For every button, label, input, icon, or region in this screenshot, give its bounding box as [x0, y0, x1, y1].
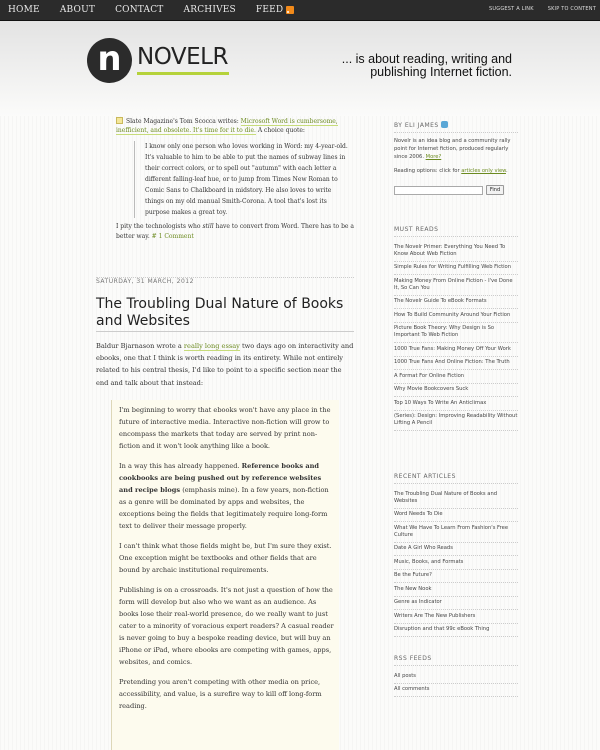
must-reads-section: MUST READS The Novelr Primer: Everything… — [394, 226, 518, 431]
comment-link[interactable]: # 1 Comment — [152, 233, 194, 240]
post-title[interactable]: The Troubling Dual Nature of Books and W… — [96, 296, 354, 332]
twitter-icon[interactable] — [440, 121, 448, 128]
recent-articles-section: RECENT ARTICLES The Troubling Dual Natur… — [394, 473, 518, 637]
post-intro-text-a: Baldur Bjarnason wrote a — [96, 342, 184, 350]
recent-article-link[interactable]: Word Needs To Die — [394, 509, 518, 522]
recent-article-link[interactable]: Disruption and that 99c eBook Thing — [394, 624, 518, 637]
quote-paragraph: I can't think what those fields might be… — [119, 542, 332, 574]
must-read-link[interactable]: How To Build Community Around Your Ficti… — [394, 309, 518, 323]
search-input[interactable] — [394, 185, 483, 195]
quote-post-intro: Slate Magazine's Tom Scocca writes: Micr… — [116, 117, 356, 135]
about-text: Novelr is an idea blog and a community r… — [394, 137, 518, 161]
rss-feed-link[interactable]: All comments — [394, 684, 518, 697]
post-intro: Baldur Bjarnason wrote a really long ess… — [96, 340, 354, 389]
about-more-link[interactable]: More? — [426, 154, 442, 160]
articles-only-link[interactable]: articles only view — [461, 168, 506, 174]
recent-article-link[interactable]: Writers Are The New Publishers — [394, 610, 518, 624]
must-read-link[interactable]: Making Money From Online Fiction - I've … — [394, 275, 518, 296]
suggest-link[interactable]: SUGGEST A LINK — [489, 6, 534, 12]
quote-paragraph: Pretending you aren't competing with oth… — [119, 678, 322, 710]
sidebar: BY ELI JAMES Novelr is an idea blog and … — [394, 121, 518, 697]
recent-article-link[interactable]: The Troubling Dual Nature of Books and W… — [394, 488, 518, 509]
recent-article-link[interactable]: Date A Girl Who Reads — [394, 543, 518, 556]
top-nav-bar: HOME ABOUT CONTACT ARCHIVES FEED SUGGEST… — [0, 0, 600, 21]
must-read-link[interactable]: The Novelr Primer: Everything You Need T… — [394, 241, 518, 262]
rss-feeds-section: RSS FEEDS All posts All comments — [394, 655, 518, 697]
top-utility-links: SUGGEST A LINK SKIP TO CONTENT — [475, 6, 596, 12]
site-logo[interactable]: n NOVELR — [87, 38, 229, 83]
site-tagline: ... is about reading, writing and publis… — [341, 52, 512, 79]
search-row: Find — [394, 185, 518, 195]
find-button[interactable]: Find — [486, 185, 504, 195]
nav-contact[interactable]: CONTACT — [115, 5, 163, 15]
must-read-link[interactable]: Simple Rules for Writing Fulfilling Web … — [394, 262, 518, 275]
about-heading-text: BY ELI JAMES — [394, 122, 439, 129]
about-heading: BY ELI JAMES — [394, 121, 518, 133]
post-date: SATURDAY, 31 MARCH, 2012 — [96, 277, 354, 285]
recent-articles-heading: RECENT ARTICLES — [394, 473, 518, 484]
must-read-link[interactable]: 1000 True Fans: Making Money Off Your Wo… — [394, 343, 518, 357]
quote-paragraph: In a way this has already happened. Refe… — [119, 460, 336, 532]
rss-feeds-list: All posts All comments — [394, 670, 518, 697]
note-icon — [116, 117, 123, 124]
top-nav: HOME ABOUT CONTACT ARCHIVES FEED — [8, 5, 314, 15]
logo-underline — [137, 72, 229, 75]
recent-articles-list: The Troubling Dual Nature of Books and W… — [394, 488, 518, 637]
quote-post: Slate Magazine's Tom Scocca writes: Micr… — [116, 117, 356, 224]
quote-post-intro-text: Slate Magazine's Tom Scocca writes: — [126, 118, 241, 125]
skip-to-content-link[interactable]: SKIP TO CONTENT — [548, 6, 596, 12]
after-quote-em: still — [202, 223, 214, 230]
must-reads-list: The Novelr Primer: Everything You Need T… — [394, 241, 518, 431]
must-read-link[interactable]: 1000 True Fans And Online Fiction: The T… — [394, 357, 518, 370]
must-read-link[interactable]: Why Movie Bookcovers Suck — [394, 384, 518, 397]
recent-article-link[interactable]: The New Nook — [394, 583, 518, 597]
nav-home[interactable]: HOME — [8, 5, 40, 15]
nav-archives[interactable]: ARCHIVES — [184, 5, 236, 15]
logo-mark: n — [87, 38, 132, 83]
nav-about[interactable]: ABOUT — [60, 5, 95, 15]
reading-options-text: Reading options: click for — [394, 168, 462, 174]
must-reads-heading: MUST READS — [394, 226, 518, 237]
quote-paragraph: I'm beginning to worry that ebooks won't… — [119, 406, 331, 450]
must-read-link[interactable]: Top 10 Ways To Write An Anticlimax — [394, 397, 518, 411]
quote-blockquote: I know only one person who loves working… — [134, 141, 349, 218]
must-read-link[interactable]: A Format For Online Fiction — [394, 370, 518, 384]
recent-article-link[interactable]: Music, Books, and Formats — [394, 556, 518, 570]
recent-article-link[interactable]: What We Have To Learn From Fashion's Fre… — [394, 522, 518, 543]
must-read-link[interactable]: Picture Book Theory: Why Design is So Im… — [394, 323, 518, 343]
about-text-body: Novelr is an idea blog and a community r… — [394, 138, 511, 160]
quote-paragraph: Publishing is on a crossroads. It's not … — [119, 586, 334, 666]
recent-article-link[interactable]: Be the Future? — [394, 570, 518, 583]
logo-wordmark: NOVELR — [137, 46, 229, 75]
rss-icon — [286, 6, 295, 14]
reading-options-end: . — [505, 168, 508, 174]
rss-feed-link[interactable]: All posts — [394, 670, 518, 684]
quote-post-intro-suffix: A choice quote: — [255, 127, 305, 134]
reading-options: Reading options: click for articles only… — [394, 167, 518, 175]
quote-p2-a: In a way this has already happened. — [119, 462, 242, 470]
nav-feed-label: FEED — [255, 5, 284, 15]
rss-feeds-heading: RSS FEEDS — [394, 655, 518, 666]
after-quote-text-a: I pity the technologists who — [116, 223, 203, 230]
quote-post-comment: I pity the technologists who still have … — [116, 222, 356, 242]
essay-link[interactable]: really long essay — [183, 342, 240, 351]
must-read-link[interactable]: (Series): Design: Improving Readability … — [394, 411, 518, 431]
must-read-link[interactable]: The Novelr Guide To eBook Formats — [394, 296, 518, 309]
nav-feed[interactable]: FEED — [255, 5, 295, 15]
logo-text: NOVELR — [137, 44, 228, 70]
recent-article-link[interactable]: Genre as Indicator — [394, 597, 518, 610]
post-blockquote: I'm beginning to worry that ebooks won't… — [111, 400, 339, 750]
